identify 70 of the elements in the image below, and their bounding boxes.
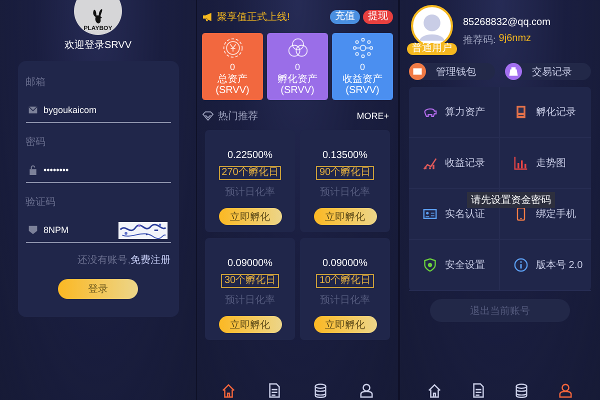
user-icon[interactable]: [558, 383, 573, 398]
document-icon[interactable]: [470, 383, 486, 398]
register-prompt: 还没有账号,: [78, 254, 130, 267]
days-tag: 10个孵化日: [316, 274, 374, 288]
menu-item[interactable]: 走势图: [500, 138, 591, 189]
home-icon[interactable]: [221, 383, 236, 398]
wallet-icon: [409, 63, 426, 80]
tooltip: 请先设置资金密码: [467, 192, 555, 208]
announcement-text: 聚享值正式上线!: [217, 10, 290, 24]
input-field[interactable]: 8NPM: [26, 221, 170, 243]
asset-value: 0: [360, 62, 365, 72]
envelope-icon: [28, 105, 38, 115]
field-label: 验证码: [26, 196, 56, 209]
input-field[interactable]: bygoukaicom: [26, 101, 170, 123]
lock-icon: [28, 165, 38, 175]
days-tag: 90个孵化日: [316, 166, 374, 180]
book-icon: [514, 105, 528, 119]
field-label: 密码: [26, 136, 46, 149]
coin-stack-icon[interactable]: [514, 383, 530, 398]
rate-value: 0.13500%: [322, 150, 368, 161]
more-link[interactable]: MORE+: [356, 111, 389, 121]
login-button[interactable]: 登录: [58, 279, 138, 299]
hatch-button[interactable]: 立即孵化: [218, 316, 282, 333]
rising-chart-icon: [423, 156, 437, 170]
register-link[interactable]: 免费注册: [130, 253, 170, 267]
shield-icon: [28, 225, 38, 235]
menu-item[interactable]: 孵化记录: [500, 87, 591, 138]
referral-code: 9j6nmz: [498, 33, 532, 46]
days-tag: 270个孵化日: [218, 166, 282, 180]
asset-value: 0: [294, 62, 300, 72]
shortcut-button[interactable]: 交易记录: [505, 63, 591, 80]
bag-icon: [505, 63, 522, 80]
asset-label: 孵化资产(SRVV): [276, 74, 318, 96]
rate-value: 0.09000%: [227, 258, 273, 269]
rate-value: 0.09000%: [322, 258, 368, 269]
hatch-button[interactable]: 立即孵化: [218, 208, 282, 225]
hatch-button[interactable]: 立即孵化: [314, 316, 376, 333]
rings-icon: [286, 37, 308, 59]
user-email: 85268832@qq.com: [463, 17, 550, 28]
asset-label: 收益资产(SRVV): [342, 74, 384, 96]
rate-value: 0.22500%: [227, 150, 273, 161]
field-label: 邮箱: [26, 76, 46, 89]
id-card-icon: [423, 207, 437, 221]
asset-value: 0: [230, 62, 235, 72]
diamond-icon: [202, 111, 214, 121]
shield-icon: [423, 258, 437, 272]
menu-item[interactable]: 收益记录: [409, 138, 500, 189]
menu-item[interactable]: 安全设置: [409, 240, 500, 291]
bar-chart-icon: [514, 156, 528, 170]
home-icon[interactable]: [427, 383, 442, 398]
info-icon: [514, 258, 528, 272]
coin-icon: [222, 37, 244, 59]
hatch-button[interactable]: 立即孵化: [314, 208, 376, 225]
shortcut-button[interactable]: 管理钱包: [409, 63, 495, 80]
megaphone-icon: [202, 12, 214, 22]
input-field[interactable]: ••••••••: [26, 161, 170, 183]
referral-label: 推荐码:: [463, 34, 496, 47]
days-tag: 30个孵化日: [221, 274, 279, 288]
phone-icon: [514, 207, 528, 221]
welcome-title: 欢迎登录SRVV: [64, 38, 132, 52]
network-icon: [352, 37, 374, 59]
user-level-badge: 普通用户: [407, 43, 457, 55]
section-title: 热门推荐: [218, 110, 258, 123]
document-icon[interactable]: [267, 383, 282, 398]
user-icon[interactable]: [358, 383, 374, 398]
coin-stack-icon[interactable]: [312, 383, 328, 398]
menu-item[interactable]: 版本号 2.0: [500, 240, 591, 291]
asset-label: 总资产(SRVV): [214, 74, 250, 96]
menu-item[interactable]: 算力资产: [409, 87, 500, 138]
action-button[interactable]: 提现: [363, 10, 393, 24]
